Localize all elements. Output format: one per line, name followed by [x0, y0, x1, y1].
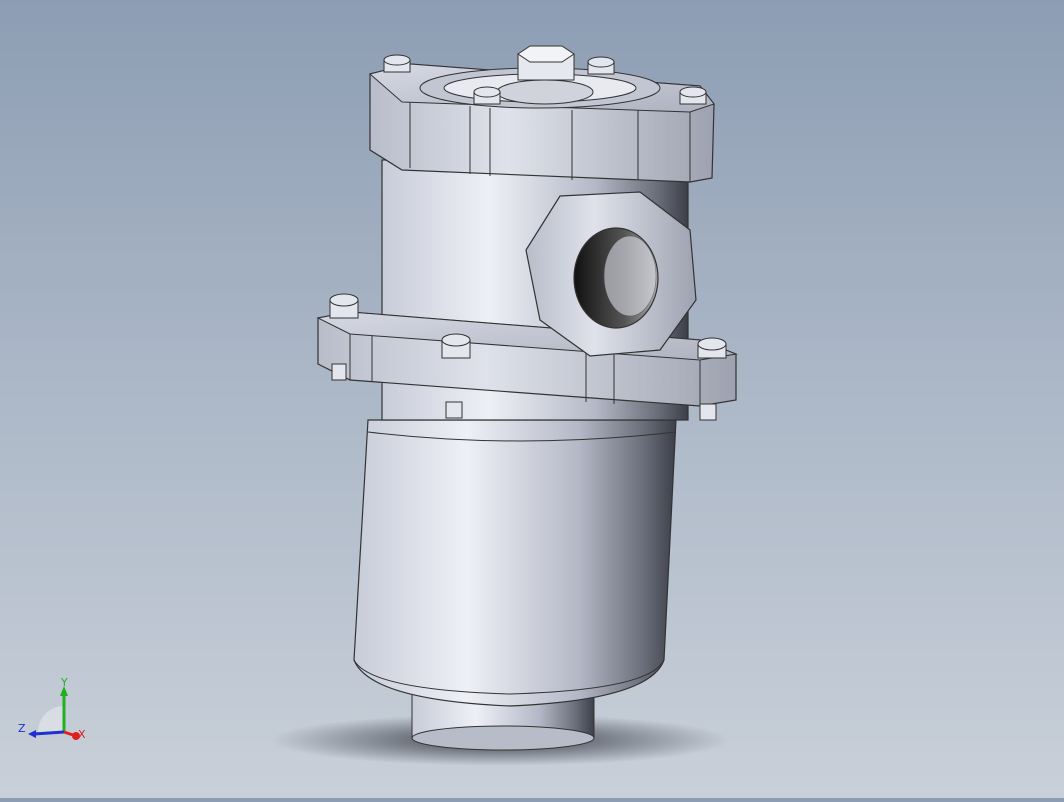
- triad-x-label: X: [78, 728, 86, 741]
- lower-bowl: [353, 419, 677, 707]
- z-axis-arrow-icon: [33, 730, 65, 736]
- triad-quadrant-icon: [38, 706, 64, 732]
- coordinate-triad[interactable]: Y Z X: [14, 676, 94, 746]
- filter-housing-model[interactable]: [0, 0, 1064, 798]
- triad-y-label: Y: [61, 676, 68, 689]
- triad-z-label: Z: [18, 722, 26, 735]
- cad-graphics-viewport[interactable]: [0, 0, 1064, 798]
